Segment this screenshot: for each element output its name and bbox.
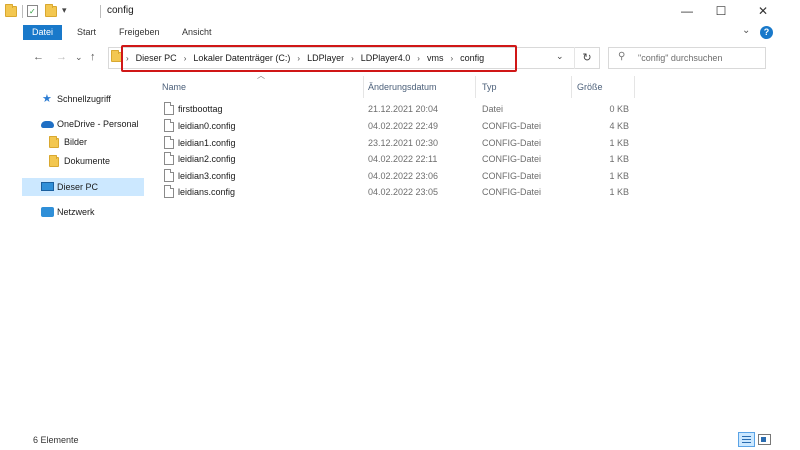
status-item-count: 6 Elemente	[33, 435, 79, 445]
new-folder-icon[interactable]	[45, 4, 57, 17]
table-row[interactable]: leidian2.config 04.02.2022 22:11 CONFIG-…	[160, 150, 640, 167]
column-header-modified[interactable]: Änderungsdatum	[368, 82, 437, 92]
address-dropdown-icon[interactable]: ⌄	[556, 51, 564, 62]
quick-access-toolbar-dropdown-icon[interactable]: ▾	[62, 5, 67, 16]
file-icon	[164, 136, 174, 149]
help-icon[interactable]: ?	[760, 26, 773, 39]
file-name: leidian1.config	[178, 138, 236, 148]
file-type: CONFIG-Datei	[482, 187, 542, 197]
nav-network[interactable]: Netzwerk	[57, 207, 95, 217]
onedrive-cloud-icon	[41, 121, 54, 128]
network-icon	[41, 207, 54, 217]
table-row[interactable]: leidian3.config 04.02.2022 23:06 CONFIG-…	[160, 167, 640, 184]
file-size: 4 KB	[609, 121, 629, 131]
file-size: 1 KB	[609, 138, 629, 148]
column-divider[interactable]	[475, 76, 476, 98]
table-row[interactable]: leidian1.config 23.12.2021 02:30 CONFIG-…	[160, 134, 640, 151]
column-divider[interactable]	[634, 76, 635, 98]
title-separator	[100, 5, 101, 18]
file-modified: 21.12.2021 20:04	[368, 104, 439, 114]
file-type: CONFIG-Datei	[482, 121, 542, 131]
file-modified: 23.12.2021 02:30	[368, 138, 439, 148]
file-size: 1 KB	[609, 187, 629, 197]
details-view-button[interactable]	[738, 432, 755, 447]
column-header-type[interactable]: Typ	[482, 82, 497, 92]
address-highlight-box	[121, 45, 517, 72]
nav-this-pc[interactable]: Dieser PC	[57, 182, 98, 192]
file-type: CONFIG-Datei	[482, 154, 542, 164]
folder-icon	[49, 136, 59, 148]
tab-datei[interactable]: Datei	[23, 25, 62, 40]
title-separator	[22, 5, 23, 18]
column-divider[interactable]	[571, 76, 572, 98]
nav-onedrive[interactable]: OneDrive - Personal	[57, 119, 139, 129]
file-name: leidians.config	[178, 187, 236, 197]
tab-ansicht[interactable]: Ansicht	[182, 27, 212, 37]
column-divider[interactable]	[363, 76, 364, 98]
file-icon	[164, 102, 174, 115]
up-button[interactable]: ↑	[90, 51, 96, 63]
file-icon	[164, 169, 174, 182]
file-size: 0 KB	[609, 104, 629, 114]
file-name: leidian3.config	[178, 171, 236, 181]
search-placeholder: "config" durchsuchen	[638, 53, 723, 63]
file-modified: 04.02.2022 22:11	[368, 154, 438, 164]
file-type: CONFIG-Datei	[482, 171, 542, 181]
tab-start[interactable]: Start	[77, 27, 96, 37]
file-size: 1 KB	[609, 171, 629, 181]
folder-icon	[5, 4, 17, 17]
maximize-button[interactable]: ☐	[714, 4, 728, 18]
search-icon: ⚲	[618, 51, 626, 62]
folder-icon	[49, 155, 59, 167]
star-icon: ★	[42, 93, 52, 105]
tab-freigeben[interactable]: Freigeben	[119, 27, 160, 37]
file-name: firstboottag	[178, 104, 223, 114]
table-row[interactable]: firstboottag 21.12.2021 20:04 Datei 0 KB	[160, 100, 640, 117]
ribbon-expand-icon[interactable]: ⌄	[742, 25, 750, 36]
nav-quick-access[interactable]: Schnellzugriff	[57, 94, 111, 104]
minimize-button[interactable]: —	[680, 4, 694, 18]
column-header-name[interactable]: Name	[162, 82, 186, 92]
sort-ascending-icon: ︿	[257, 71, 265, 80]
file-type: Datei	[482, 104, 504, 114]
nav-bilder[interactable]: Bilder	[64, 137, 87, 147]
this-pc-icon	[41, 182, 54, 191]
file-icon	[164, 185, 174, 198]
recent-locations-button[interactable]: ⌄	[75, 52, 83, 63]
table-row[interactable]: leidians.config 04.02.2022 23:05 CONFIG-…	[160, 183, 640, 200]
file-icon	[164, 152, 174, 165]
file-name: leidian2.config	[178, 154, 236, 164]
forward-button[interactable]: →	[56, 51, 67, 63]
file-name: leidian0.config	[178, 121, 236, 131]
file-modified: 04.02.2022 23:06	[368, 171, 439, 181]
table-row[interactable]: leidian0.config 04.02.2022 22:49 CONFIG-…	[160, 117, 640, 134]
refresh-button[interactable]: ↻	[574, 47, 599, 69]
nav-dokumente[interactable]: Dokumente	[64, 156, 110, 166]
back-button[interactable]: ←	[33, 51, 44, 63]
file-type: CONFIG-Datei	[482, 138, 542, 148]
file-size: 1 KB	[609, 154, 629, 164]
large-icons-view-button[interactable]	[758, 434, 771, 445]
file-modified: 04.02.2022 22:49	[368, 121, 439, 131]
file-icon	[164, 119, 174, 132]
close-button[interactable]: ✕	[756, 4, 770, 18]
file-modified: 04.02.2022 23:05	[368, 187, 439, 197]
window-title: config	[107, 5, 134, 16]
column-header-size[interactable]: Größe	[577, 82, 603, 92]
properties-icon[interactable]: ✓	[27, 5, 38, 17]
